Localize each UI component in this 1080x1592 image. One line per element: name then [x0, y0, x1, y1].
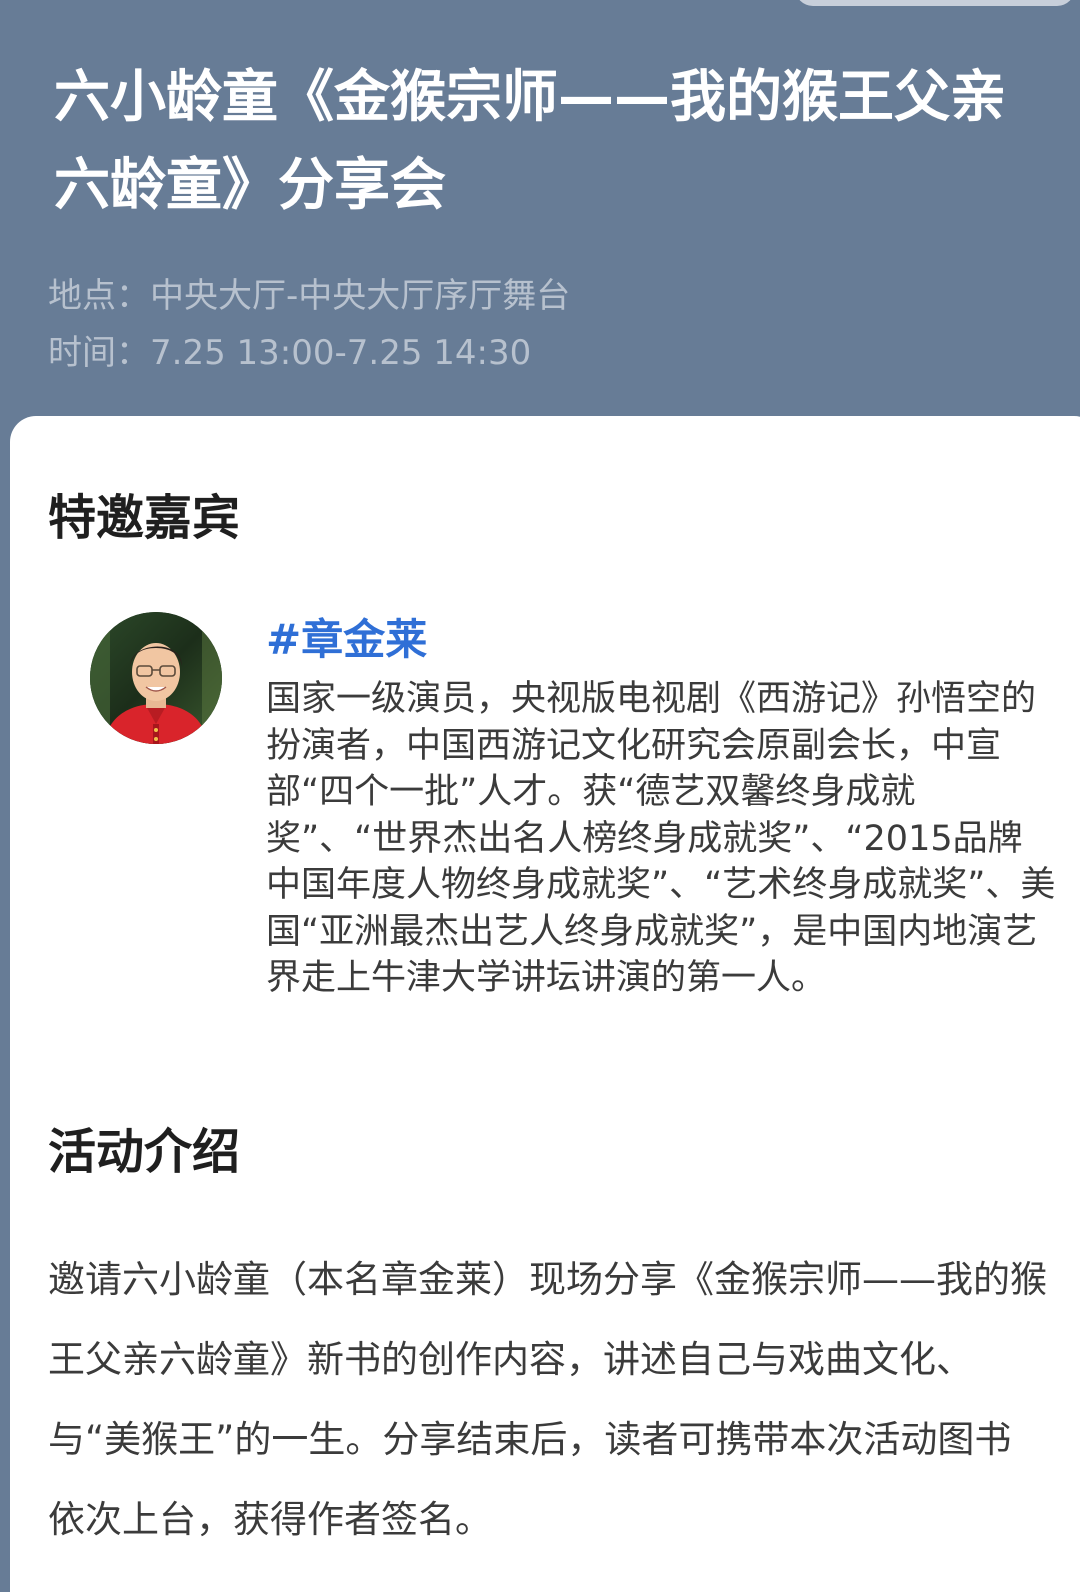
guests-section-title: 特邀嘉宾 — [48, 490, 241, 546]
intro-section-title: 活动介绍 — [48, 1124, 241, 1180]
content-card: 特邀嘉宾 #章金莱 国家一级演员，央视版电视剧《西游记》孙悟空的扮演者，中国西游… — [10, 416, 1080, 1592]
event-location: 地点：中央大厅-中央大厅序厅舞台 — [48, 276, 571, 316]
event-time: 时间：7.25 13:00-7.25 14:30 — [48, 333, 532, 373]
intro-text: 邀请六小龄童（本名章金莱）现场分享《金猴宗师——我的猴王父亲六龄童》新书的创作内… — [48, 1258, 1047, 1541]
avatar[interactable] — [90, 612, 222, 744]
guest-avatar-photo — [90, 612, 222, 744]
event-detail-page: 六小龄童《金猴宗师——我的猴王父亲六龄童》分享会 地点：中央大厅-中央大厅序厅舞… — [0, 0, 1080, 1592]
event-header: 六小龄童《金猴宗师——我的猴王父亲六龄童》分享会 地点：中央大厅-中央大厅序厅舞… — [0, 0, 1080, 430]
top-handle-bar[interactable] — [795, 0, 1075, 6]
guest-item: #章金莱 国家一级演员，央视版电视剧《西游记》孙悟空的扮演者，中国西游记文化研究… — [90, 612, 1080, 1062]
guest-bio: 国家一级演员，央视版电视剧《西游记》孙悟空的扮演者，中国西游记文化研究会原副会长… — [266, 679, 1056, 998]
guest-name-link[interactable]: #章金莱 — [266, 612, 427, 668]
event-title: 六小龄童《金猴宗师——我的猴王父亲六龄童》分享会 — [54, 65, 1006, 218]
